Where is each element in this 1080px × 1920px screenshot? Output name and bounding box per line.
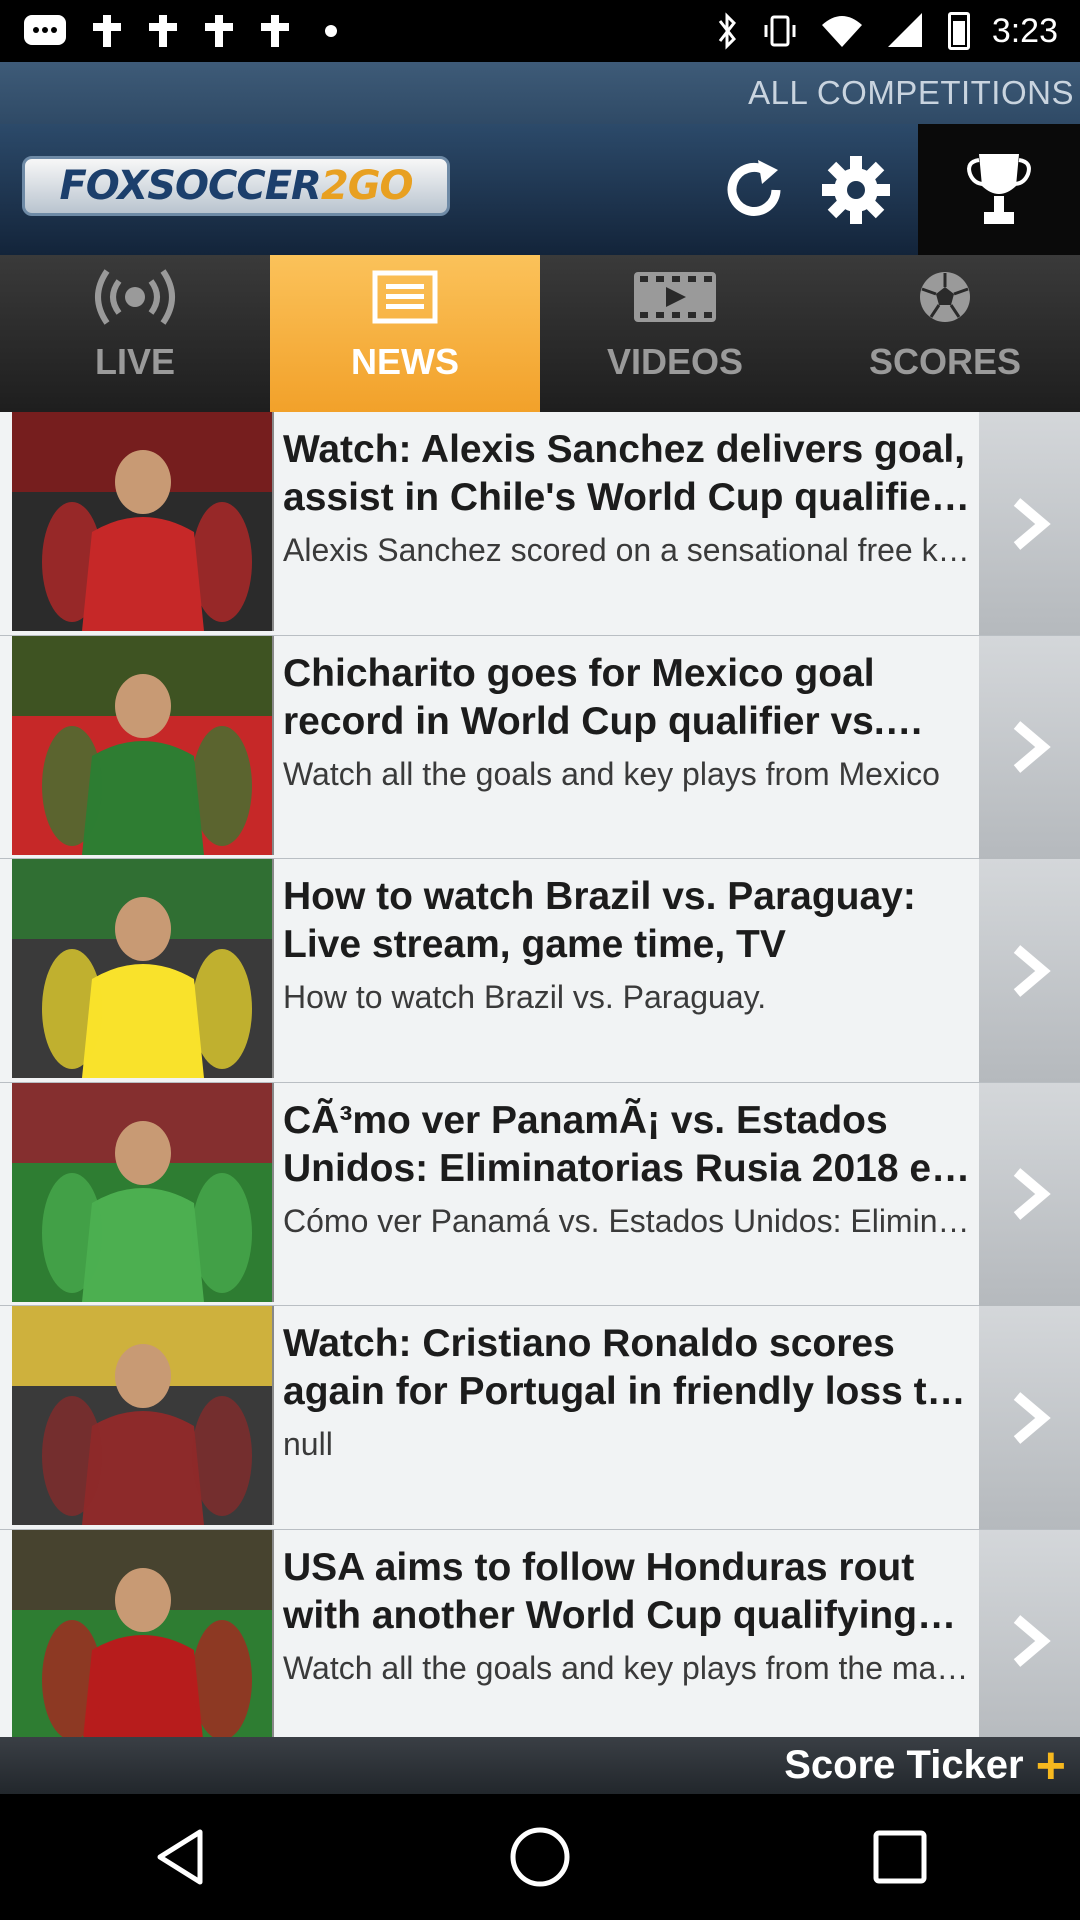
app-header: FOXSOCCER 2GO <box>0 124 1080 255</box>
article-summary: Watch all the goals and key plays from M… <box>283 755 940 792</box>
navigation-bar <box>0 1794 1080 1920</box>
app-screen: 3:23 ALL COMPETITIONS FOXSOCCER 2GO LIVE… <box>0 0 1080 1920</box>
article-text: Chicharito goes for Mexico goal record i… <box>283 650 975 793</box>
score-ticker-label: Score Ticker <box>784 1743 1024 1787</box>
news-icon <box>372 270 438 324</box>
open-article-button[interactable] <box>979 859 1080 1082</box>
dots-icon <box>325 25 337 37</box>
status-time: 3:23 <box>991 11 1058 50</box>
article-summary: Alexis Sanchez scored on a sensational f… <box>283 532 975 568</box>
score-ticker-bar[interactable]: Score Ticker + <box>0 1737 1080 1794</box>
broadcast-icon <box>95 269 175 325</box>
system-icons: 3:23 <box>714 11 1058 51</box>
app-logo: FOXSOCCER 2GO <box>22 156 450 216</box>
news-list-item[interactable]: USA aims to follow Honduras rout with an… <box>0 1529 1080 1737</box>
tab-videos[interactable]: VIDEOS <box>540 255 810 412</box>
chevron-right-icon <box>1013 497 1051 550</box>
article-thumbnail <box>12 1529 274 1737</box>
chevron-right-icon <box>1013 1391 1051 1444</box>
signal-icon <box>887 13 922 47</box>
news-list-item[interactable]: Chicharito goes for Mexico goal record i… <box>0 635 1080 859</box>
wifi-icon <box>821 16 862 47</box>
article-thumbnail <box>12 1306 274 1525</box>
news-list-item[interactable]: CÃ³mo ver PanamÃ¡ vs. Estados Unidos: El… <box>0 1082 1080 1306</box>
chevron-right-icon <box>1013 1168 1051 1220</box>
chevron-right-icon <box>1013 944 1051 997</box>
news-list-item[interactable]: Watch: Cristiano Ronaldo scores again fo… <box>0 1306 1080 1530</box>
competition-selector[interactable]: ALL COMPETITIONS <box>0 62 1080 124</box>
main-tabs: LIVE NEWS VIDEOS SCORES <box>0 255 1080 412</box>
soccer-ball-icon <box>920 272 970 322</box>
article-title: Chicharito goes for Mexico goal record i… <box>283 651 885 743</box>
article-title: USA aims to follow Honduras rout with an… <box>283 1545 918 1637</box>
article-title: Watch: Alexis Sanchez delivers goal, ass… <box>283 428 966 519</box>
logo-accent-text: 2GO <box>320 163 414 209</box>
competitions-button[interactable] <box>918 124 1080 255</box>
tab-live[interactable]: LIVE <box>0 255 270 412</box>
open-article-button[interactable] <box>979 412 1080 635</box>
plus-icon[interactable]: + <box>1036 1740 1066 1792</box>
tab-videos-label: VIDEOS <box>606 341 744 382</box>
tab-scores-label: SCORES <box>868 341 1022 382</box>
article-text: USA aims to follow Honduras rout with an… <box>283 1544 975 1687</box>
news-list: Watch: Alexis Sanchez delivers goal, ass… <box>0 412 1080 1737</box>
status-bar: 3:23 <box>0 0 1080 62</box>
article-summary: Watch all the goals and key plays from t… <box>283 1649 975 1686</box>
article-text: How to watch Brazil vs. Paraguay: Live s… <box>283 873 975 1016</box>
article-text: Watch: Cristiano Ronaldo scores again fo… <box>283 1320 975 1463</box>
tab-news-label: NEWS <box>351 341 459 382</box>
competition-label: ALL COMPETITIONS <box>748 74 1074 111</box>
article-title: CÃ³mo ver PanamÃ¡ vs. Estados Unidos: El… <box>283 1098 955 1190</box>
refresh-button[interactable] <box>714 150 794 230</box>
notification-icon <box>93 15 121 47</box>
logo-main-text: FOXSOCCER <box>59 163 321 209</box>
article-summary: How to watch Brazil vs. Paraguay. <box>283 979 767 1015</box>
recents-icon[interactable] <box>865 1822 935 1892</box>
tab-news[interactable]: NEWS <box>270 255 540 412</box>
open-article-button[interactable] <box>979 1306 1080 1529</box>
open-article-button[interactable] <box>979 1529 1080 1737</box>
notification-icon <box>261 15 289 47</box>
back-icon[interactable] <box>145 1822 215 1892</box>
refresh-icon <box>727 160 781 216</box>
article-text: Watch: Alexis Sanchez delivers goal, ass… <box>283 426 975 569</box>
open-article-button[interactable] <box>979 635 1080 859</box>
vibrate-icon <box>764 15 796 47</box>
article-thumbnail <box>12 412 274 631</box>
home-icon[interactable] <box>505 1822 575 1892</box>
news-list-item[interactable]: How to watch Brazil vs. Paraguay: Live s… <box>0 859 1080 1083</box>
chevron-right-icon <box>1013 1615 1051 1667</box>
film-icon <box>634 272 716 322</box>
article-summary: null <box>283 1426 333 1462</box>
tab-live-label: LIVE <box>94 341 175 382</box>
notification-icons <box>22 11 348 51</box>
chat-icon <box>24 15 66 45</box>
notification-icon <box>205 15 233 47</box>
article-text: CÃ³mo ver PanamÃ¡ vs. Estados Unidos: El… <box>283 1097 975 1240</box>
gear-icon <box>822 156 890 224</box>
trophy-icon <box>967 153 1031 224</box>
article-thumbnail <box>12 859 274 1078</box>
article-title: How to watch Brazil vs. Paraguay: Live s… <box>283 875 916 966</box>
open-article-button[interactable] <box>979 1082 1080 1306</box>
article-thumbnail <box>12 1082 274 1302</box>
chevron-right-icon <box>1013 721 1051 773</box>
article-thumbnail <box>12 635 274 855</box>
article-title: Watch: Cristiano Ronaldo scores again fo… <box>283 1322 951 1413</box>
bluetooth-icon <box>718 12 736 50</box>
notification-icon <box>149 15 177 47</box>
settings-button[interactable] <box>816 150 896 230</box>
tab-scores[interactable]: SCORES <box>810 255 1080 412</box>
battery-icon <box>947 12 970 50</box>
news-list-item[interactable]: Watch: Alexis Sanchez delivers goal, ass… <box>0 412 1080 636</box>
article-summary: Cómo ver Panamá vs. Estados Unidos: Elim… <box>283 1202 975 1239</box>
